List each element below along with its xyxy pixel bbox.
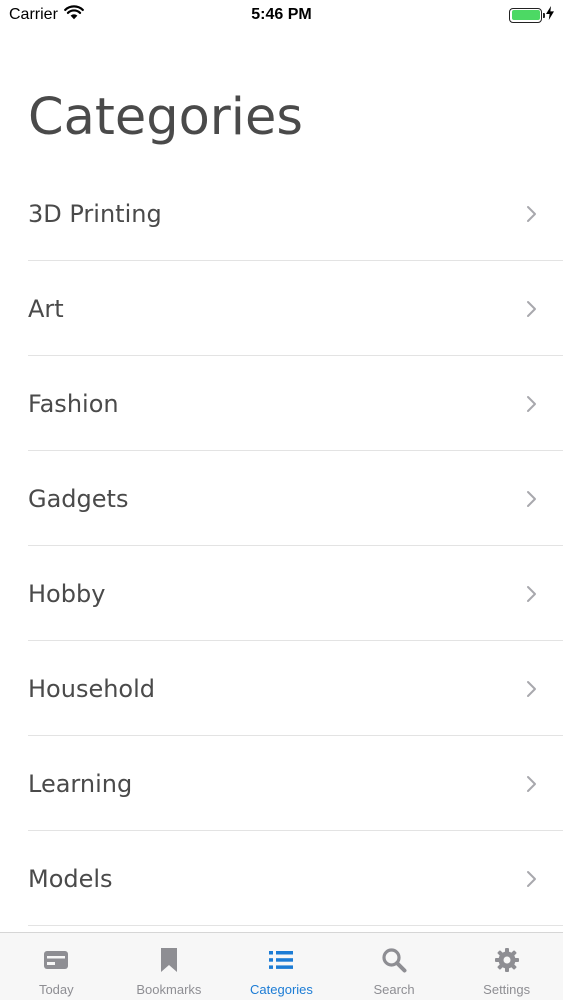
tab-search[interactable]: Search xyxy=(338,933,451,1000)
category-label: 3D Printing xyxy=(28,199,162,228)
charging-bolt-icon xyxy=(546,5,554,25)
list-icon xyxy=(268,945,294,975)
page-title: Categories xyxy=(28,88,303,147)
tab-label: Bookmarks xyxy=(136,982,202,997)
category-list: 3D Printing Art Fashion Gadgets Hobby Ho… xyxy=(0,166,563,926)
bookmark-icon xyxy=(159,945,179,975)
chevron-right-icon xyxy=(525,394,537,414)
status-right xyxy=(509,5,554,25)
tab-label: Search xyxy=(373,982,415,997)
category-label: Gadgets xyxy=(28,484,129,513)
category-row-3d-printing[interactable]: 3D Printing xyxy=(0,166,563,261)
category-row-household[interactable]: Household xyxy=(0,641,563,736)
category-label: Household xyxy=(28,674,156,703)
category-row-learning[interactable]: Learning xyxy=(0,736,563,831)
category-label: Models xyxy=(28,864,113,893)
tab-today[interactable]: Today xyxy=(0,933,113,1000)
tab-label: Today xyxy=(38,982,74,997)
battery-icon xyxy=(509,7,545,23)
card-icon xyxy=(43,945,69,975)
category-row-hobby[interactable]: Hobby xyxy=(0,546,563,641)
tab-bar: Today Bookmarks Categories Search Settin… xyxy=(0,932,563,1000)
categories-screen: Carrier 5:46 PM Categories 3D Printing A… xyxy=(0,0,563,1000)
category-label: Art xyxy=(28,294,64,323)
chevron-right-icon xyxy=(525,299,537,319)
tab-categories[interactable]: Categories xyxy=(225,933,338,1000)
tab-label: Categories xyxy=(250,982,313,997)
tab-label: Settings xyxy=(483,982,531,997)
category-label: Hobby xyxy=(28,579,106,608)
category-row-art[interactable]: Art xyxy=(0,261,563,356)
gear-icon xyxy=(494,945,520,975)
tab-bookmarks[interactable]: Bookmarks xyxy=(113,933,226,1000)
status-bar: Carrier 5:46 PM xyxy=(0,0,563,30)
status-left: Carrier xyxy=(9,5,84,25)
search-icon xyxy=(381,945,407,975)
chevron-right-icon xyxy=(525,869,537,889)
chevron-right-icon xyxy=(525,774,537,794)
category-label: Learning xyxy=(28,769,133,798)
category-label: Fashion xyxy=(28,389,119,418)
status-time: 5:46 PM xyxy=(251,6,312,23)
carrier-label: Carrier xyxy=(9,6,58,23)
category-row-fashion[interactable]: Fashion xyxy=(0,356,563,451)
chevron-right-icon xyxy=(525,204,537,224)
category-row-models[interactable]: Models xyxy=(0,831,563,926)
wifi-icon xyxy=(63,5,84,25)
chevron-right-icon xyxy=(525,679,537,699)
chevron-right-icon xyxy=(525,489,537,509)
chevron-right-icon xyxy=(525,584,537,604)
category-row-gadgets[interactable]: Gadgets xyxy=(0,451,563,546)
tab-settings[interactable]: Settings xyxy=(450,933,563,1000)
